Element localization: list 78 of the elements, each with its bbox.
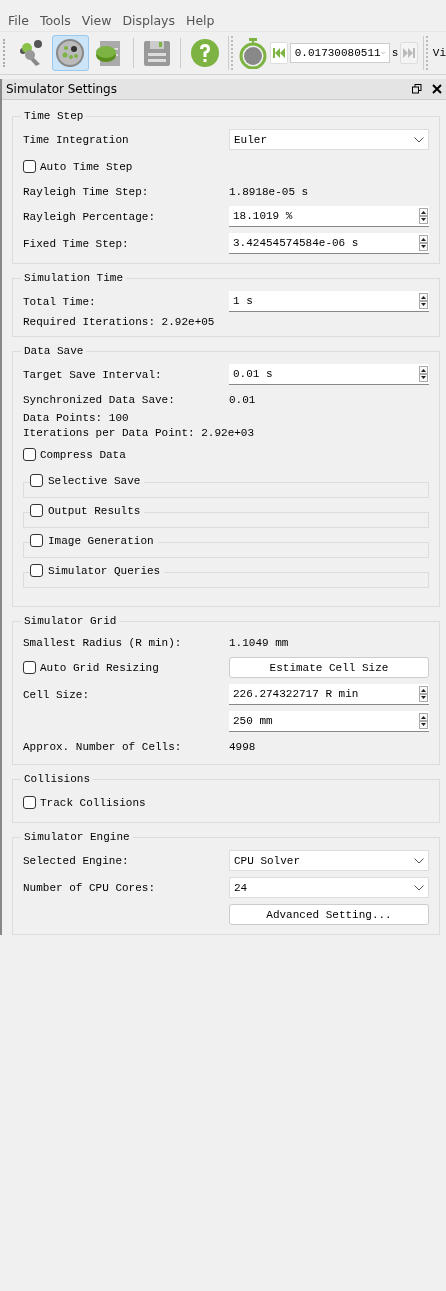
- menu-item[interactable]: Displays: [118, 12, 182, 28]
- spin-arrows-icon[interactable]: [419, 686, 428, 702]
- field-label: Synchronized Data Save:: [23, 393, 176, 406]
- toolbar-label: Vi: [432, 47, 446, 59]
- field-label: Cell Size:: [23, 688, 90, 701]
- chevron-down-icon: [380, 50, 385, 56]
- menu-item[interactable]: Help: [182, 12, 222, 28]
- field-label: Time Integration: [23, 133, 130, 146]
- checkbox[interactable]: [23, 448, 36, 461]
- dropdown[interactable]: 24: [229, 877, 429, 898]
- settings-button[interactable]: Advanced Setting...: [229, 904, 429, 925]
- menu-item[interactable]: File: [4, 12, 36, 28]
- chevron-down-icon: [414, 136, 424, 143]
- checkbox-label[interactable]: Auto Time Step: [23, 160, 229, 173]
- spin-arrows-icon[interactable]: [419, 293, 428, 309]
- group-title: Simulation Time: [23, 272, 125, 284]
- skip-forward-icon: [403, 47, 416, 59]
- checkbox[interactable]: [23, 661, 36, 674]
- field-label: Rayleigh Time Step:: [23, 185, 150, 198]
- checkbox-label[interactable]: Simulator Queries: [30, 564, 165, 577]
- checkbox[interactable]: [30, 504, 43, 517]
- panel-title: Simulator Settings: [6, 82, 118, 96]
- checkbox[interactable]: [30, 534, 43, 547]
- field-label: Approx. Number of Cells:: [23, 740, 183, 753]
- menu-item[interactable]: Tools: [35, 12, 78, 28]
- field-label: Selected Engine:: [23, 854, 130, 867]
- spin-arrows-icon[interactable]: [419, 208, 428, 224]
- checkbox[interactable]: [30, 474, 43, 487]
- group-title: Data Save: [23, 345, 85, 357]
- value-text: 0.01: [229, 393, 256, 406]
- field-label: Total Time:: [23, 295, 97, 308]
- spin-box[interactable]: 18.1019 %: [229, 206, 429, 227]
- group-title: Simulator Grid: [23, 615, 118, 627]
- chevron-down-icon: [414, 857, 424, 864]
- spin-box[interactable]: 1 s: [229, 291, 429, 312]
- checkbox-label[interactable]: Image Generation: [30, 534, 158, 547]
- skip-to-start-button[interactable]: [270, 42, 288, 64]
- checkbox[interactable]: [23, 160, 36, 173]
- field-label: Number of CPU Cores:: [23, 881, 157, 894]
- stopwatch-icon: [238, 37, 269, 69]
- field-label: Smallest Radius (R min):: [23, 636, 183, 649]
- time-dropdown[interactable]: 0.01730080511: [289, 43, 390, 63]
- checkbox[interactable]: [30, 564, 43, 577]
- skip-back-icon: [273, 47, 285, 59]
- menu-item[interactable]: View: [77, 12, 119, 28]
- group-title: Simulator Engine: [23, 831, 131, 843]
- spin-arrows-icon[interactable]: [419, 366, 428, 382]
- field-label: Rayleigh Percentage:: [23, 210, 157, 223]
- spin-arrows-icon[interactable]: [419, 713, 428, 729]
- info-text: Required Iterations: 2.92e+05: [23, 315, 216, 330]
- group-title: Collisions: [23, 773, 91, 785]
- particles-tool-button[interactable]: [51, 35, 89, 71]
- info-text: Iterations per Data Point: 2.92e+03: [23, 426, 256, 441]
- spin-box[interactable]: 0.01 s: [229, 364, 429, 385]
- spin-box[interactable]: 3.42454574584e-06 s: [229, 233, 429, 254]
- checkbox-label[interactable]: Output Results: [30, 504, 145, 517]
- group-title: Time Step: [23, 110, 85, 122]
- estimate-button[interactable]: Estimate Cell Size: [229, 657, 429, 678]
- spin-arrows-icon[interactable]: [419, 235, 428, 251]
- value-text: 1.1049 mm: [229, 636, 289, 649]
- spin-box[interactable]: 226.274322717 R min: [229, 684, 429, 705]
- checkbox[interactable]: [23, 796, 36, 809]
- unit-label: s: [391, 47, 399, 59]
- chevron-down-icon: [414, 884, 424, 891]
- value-text: 1.8918e-05 s: [229, 185, 309, 198]
- dropdown[interactable]: Euler: [229, 129, 429, 150]
- value-text: 4998: [229, 740, 256, 753]
- field-label: Target Save Interval:: [23, 368, 163, 381]
- spin-box[interactable]: 250 mm: [229, 711, 429, 732]
- checkbox-label[interactable]: Track Collisions: [23, 796, 229, 809]
- checkbox-label[interactable]: Compress Data: [23, 448, 229, 461]
- float-icon[interactable]: [412, 84, 422, 94]
- info-text: Data Points: 100: [23, 411, 130, 426]
- checkbox-label[interactable]: Auto Grid Resizing: [23, 661, 229, 674]
- dropdown[interactable]: CPU Solver: [229, 850, 429, 871]
- checkbox-label[interactable]: Selective Save: [30, 474, 145, 487]
- close-icon[interactable]: [432, 84, 442, 94]
- field-label: Fixed Time Step:: [23, 237, 130, 250]
